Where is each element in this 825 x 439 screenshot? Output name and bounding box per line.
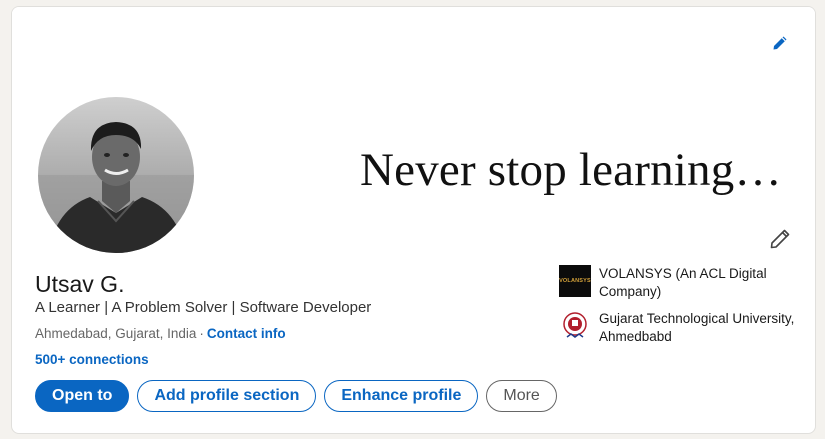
profile-photo[interactable] xyxy=(38,97,194,253)
open-to-button[interactable]: Open to xyxy=(35,380,130,412)
org-name: VOLANSYS (An ACL Digital Company) xyxy=(599,266,767,299)
profile-actions: Open to Add profile section Enhance prof… xyxy=(35,380,557,412)
gtu-logo xyxy=(563,312,587,338)
more-button[interactable]: More xyxy=(486,380,557,412)
connections-link[interactable]: 500+ connections xyxy=(35,352,149,367)
pencil-icon xyxy=(773,36,787,50)
avatar xyxy=(38,97,194,253)
organizations-list: VOLANSYS VOLANSYS (An ACL Digital Compan… xyxy=(559,265,809,355)
org-item-volansys[interactable]: VOLANSYS VOLANSYS (An ACL Digital Compan… xyxy=(559,265,809,301)
volansys-logo: VOLANSYS xyxy=(559,265,591,297)
pencil-icon xyxy=(770,229,790,249)
edit-banner-button[interactable] xyxy=(770,33,790,53)
org-name: Gujarat Technological University, Ahmedb… xyxy=(599,311,795,344)
profile-name: Utsav G. xyxy=(35,271,125,297)
org-item-gtu[interactable]: Gujarat Technological University, Ahmedb… xyxy=(559,310,809,346)
profile-location: Ahmedabad, Gujarat, India xyxy=(35,326,197,341)
banner-text: Never stop learning… xyxy=(360,144,782,196)
profile-card: Never stop learning… Utsav G. A Learner … xyxy=(11,6,816,434)
contact-info-link[interactable]: Contact info xyxy=(207,326,286,341)
enhance-profile-button[interactable]: Enhance profile xyxy=(324,380,479,412)
location-row: Ahmedabad, Gujarat, India · Contact info xyxy=(35,326,286,341)
add-profile-section-button[interactable]: Add profile section xyxy=(137,380,317,412)
separator-dot: · xyxy=(199,326,204,341)
profile-headline: A Learner | A Problem Solver | Software … xyxy=(35,299,372,316)
edit-intro-button[interactable] xyxy=(768,227,792,251)
